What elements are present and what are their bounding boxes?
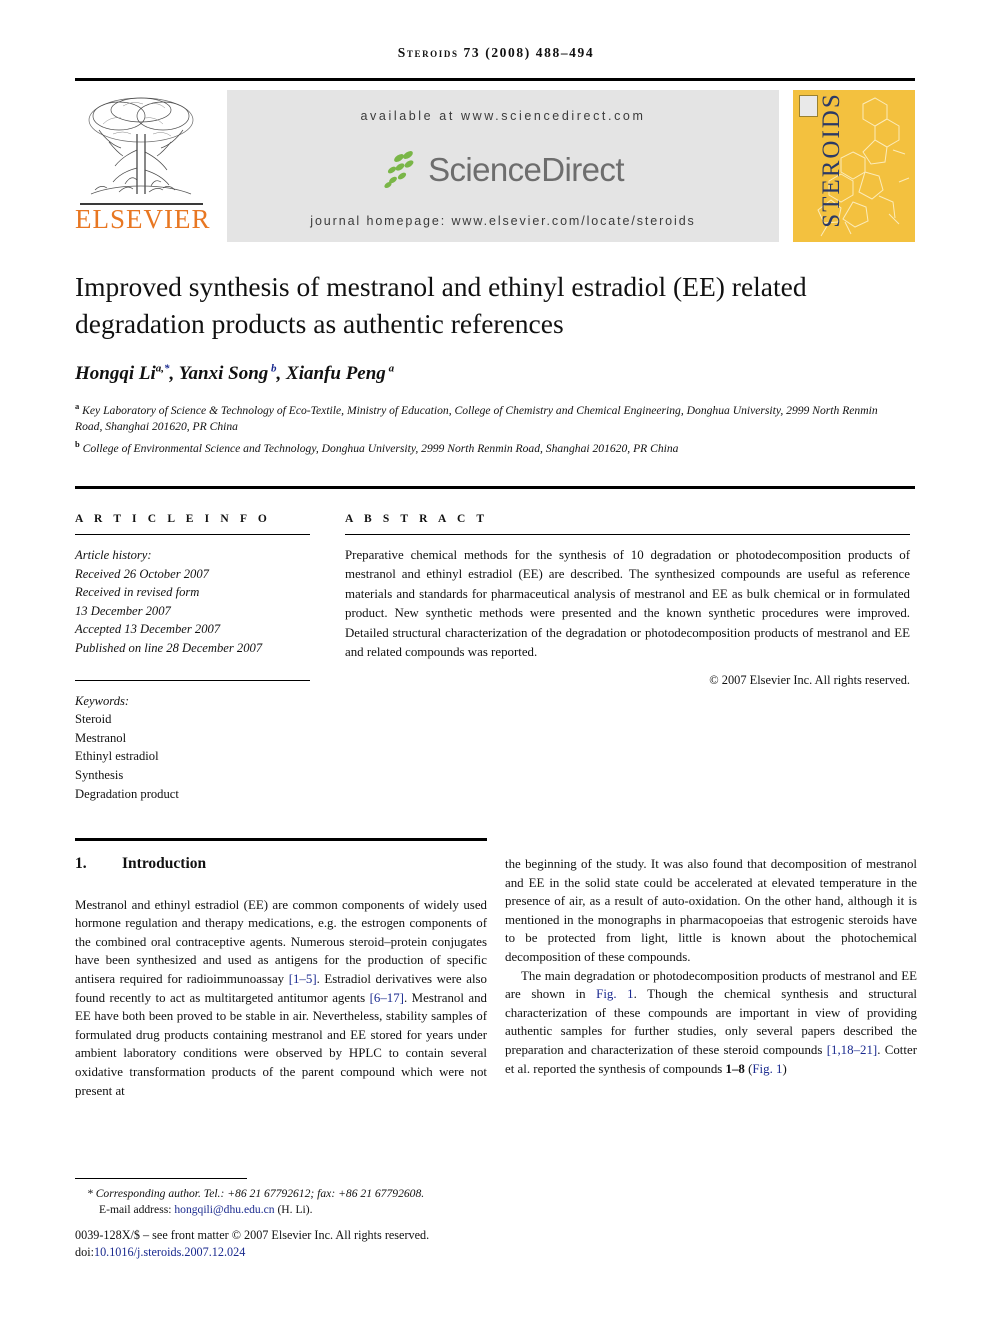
section-number: 1. — [75, 855, 87, 872]
citation-link-1-18-21[interactable]: [1,18–21] — [827, 1043, 877, 1057]
section-title: Introduction — [122, 855, 207, 872]
history-item: Received 26 October 2007 — [75, 566, 209, 581]
keywords-label: Keywords: — [75, 693, 130, 708]
email-link[interactable]: hongqili@dhu.edu.cn — [174, 1203, 274, 1216]
affiliation-a: a Key Laboratory of Science & Technology… — [75, 401, 878, 434]
available-at-text: available at www.sciencedirect.com — [360, 109, 646, 123]
intro-paragraph-1: Mestranol and ethinyl estradiol (EE) are… — [75, 897, 487, 1098]
body-column-right: the beginning of the study. It was also … — [505, 855, 917, 1078]
body-top-rule — [75, 838, 487, 841]
affiliation-b: b College of Environmental Science and T… — [75, 438, 679, 455]
doi-line: doi:10.1016/j.steroids.2007.12.024 — [75, 1245, 246, 1260]
author-3: Xianfu Peng a — [286, 363, 395, 385]
author-2: Yanxi Song b — [178, 363, 277, 385]
sciencedirect-logo: ScienceDirect — [227, 142, 779, 198]
intro-paragraph-2: The main degradation or photodecompositi… — [505, 968, 917, 1076]
footnotes: * Corresponding author. Tel.: +86 21 677… — [75, 1186, 495, 1219]
email-note: E-mail address: hongqili@dhu.edu.cn (H. … — [99, 1203, 313, 1217]
keyword-item: Ethinyl estradiol — [75, 749, 159, 764]
info-hairline-1 — [75, 534, 310, 535]
cover-title: STEROIDS — [818, 92, 845, 228]
elsevier-tree-icon — [79, 90, 204, 208]
compound-range: 1–8 — [725, 1061, 745, 1076]
abstract-section: A B S T R A C T Preparative chemical met… — [345, 513, 910, 688]
doi-link[interactable]: 10.1016/j.steroids.2007.12.024 — [94, 1245, 245, 1259]
author-1: Hongqi Lia,* — [75, 363, 170, 385]
sciencedirect-banner: available at www.sciencedirect.com Scien… — [227, 90, 779, 242]
keyword-item: Synthesis — [75, 767, 124, 782]
section-heading-introduction: 1. Introduction — [75, 855, 487, 874]
article-info-section: A R T I C L E I N F O Article history: R… — [75, 513, 310, 803]
citation-link-1-5[interactable]: [1–5] — [289, 972, 317, 986]
body-column-left: 1. Introduction Mestranol and ethinyl est… — [75, 855, 487, 1100]
keyword-item: Steroid — [75, 712, 112, 727]
history-item: Received in revised form — [75, 585, 200, 600]
info-hairline-2 — [75, 679, 310, 681]
running-head: Steroids 73 (2008) 488–494 — [397, 45, 595, 60]
sciencedirect-wordmark: ScienceDirect — [428, 151, 624, 188]
article-history: Article history: Received 26 October 200… — [75, 546, 310, 658]
paper-page: Steroids 73 (2008) 488–494 ELSEVIER avai… — [0, 0, 992, 1323]
article-info-heading: A R T I C L E I N F O — [75, 513, 271, 525]
journal-homepage-text: journal homepage: www.elsevier.com/locat… — [310, 214, 696, 228]
corresponding-author-note: * Corresponding author. Tel.: +86 21 677… — [87, 1187, 425, 1200]
abstract-text: Preparative chemical methods for the syn… — [345, 548, 910, 660]
sciencedirect-leaves-icon — [384, 151, 414, 188]
history-item: 13 December 2007 — [75, 603, 171, 618]
banner-top-rule — [75, 78, 915, 81]
imprint-block: 0039-128X/$ – see front matter © 2007 El… — [75, 1227, 535, 1262]
citation-link-6-17[interactable]: [6–17] — [370, 991, 404, 1005]
journal-cover: STEROIDS — [793, 90, 915, 242]
affiliations: a Key Laboratory of Science & Technology… — [75, 398, 895, 457]
intro-paragraph-1-cont: the beginning of the study. It was also … — [505, 857, 917, 964]
elsevier-logo: ELSEVIER — [75, 90, 210, 242]
keyword-item: Mestranol — [75, 730, 127, 745]
footnote-rule — [75, 1178, 247, 1179]
front-matter-line: 0039-128X/$ – see front matter © 2007 El… — [75, 1228, 430, 1242]
abstract-heading: A B S T R A C T — [345, 513, 489, 525]
history-item: Accepted 13 December 2007 — [75, 622, 221, 637]
keywords-block: Keywords: Steroid Mestranol Ethinyl estr… — [75, 692, 310, 804]
figure-link-fig1-b[interactable]: Fig. 1 — [752, 1062, 782, 1076]
page-title: Improved synthesis of mestranol and ethi… — [75, 271, 807, 339]
abstract-copyright: © 2007 Elsevier Inc. All rights reserved… — [709, 673, 910, 688]
abstract-hairline — [345, 534, 910, 535]
author-list: Hongqi Lia,*, Yanxi Song b, Xianfu Peng … — [75, 363, 395, 385]
journal-banner: ELSEVIER available at www.sciencedirect.… — [75, 78, 915, 244]
history-item: Published on line 28 December 2007 — [75, 640, 263, 655]
keyword-item: Degradation product — [75, 786, 179, 801]
elsevier-wordmark: ELSEVIER — [75, 204, 211, 234]
article-history-label: Article history: — [75, 548, 152, 562]
info-top-rule — [75, 486, 915, 489]
cover-publisher-mark — [799, 95, 818, 117]
figure-link-fig1[interactable]: Fig. 1 — [596, 987, 633, 1001]
